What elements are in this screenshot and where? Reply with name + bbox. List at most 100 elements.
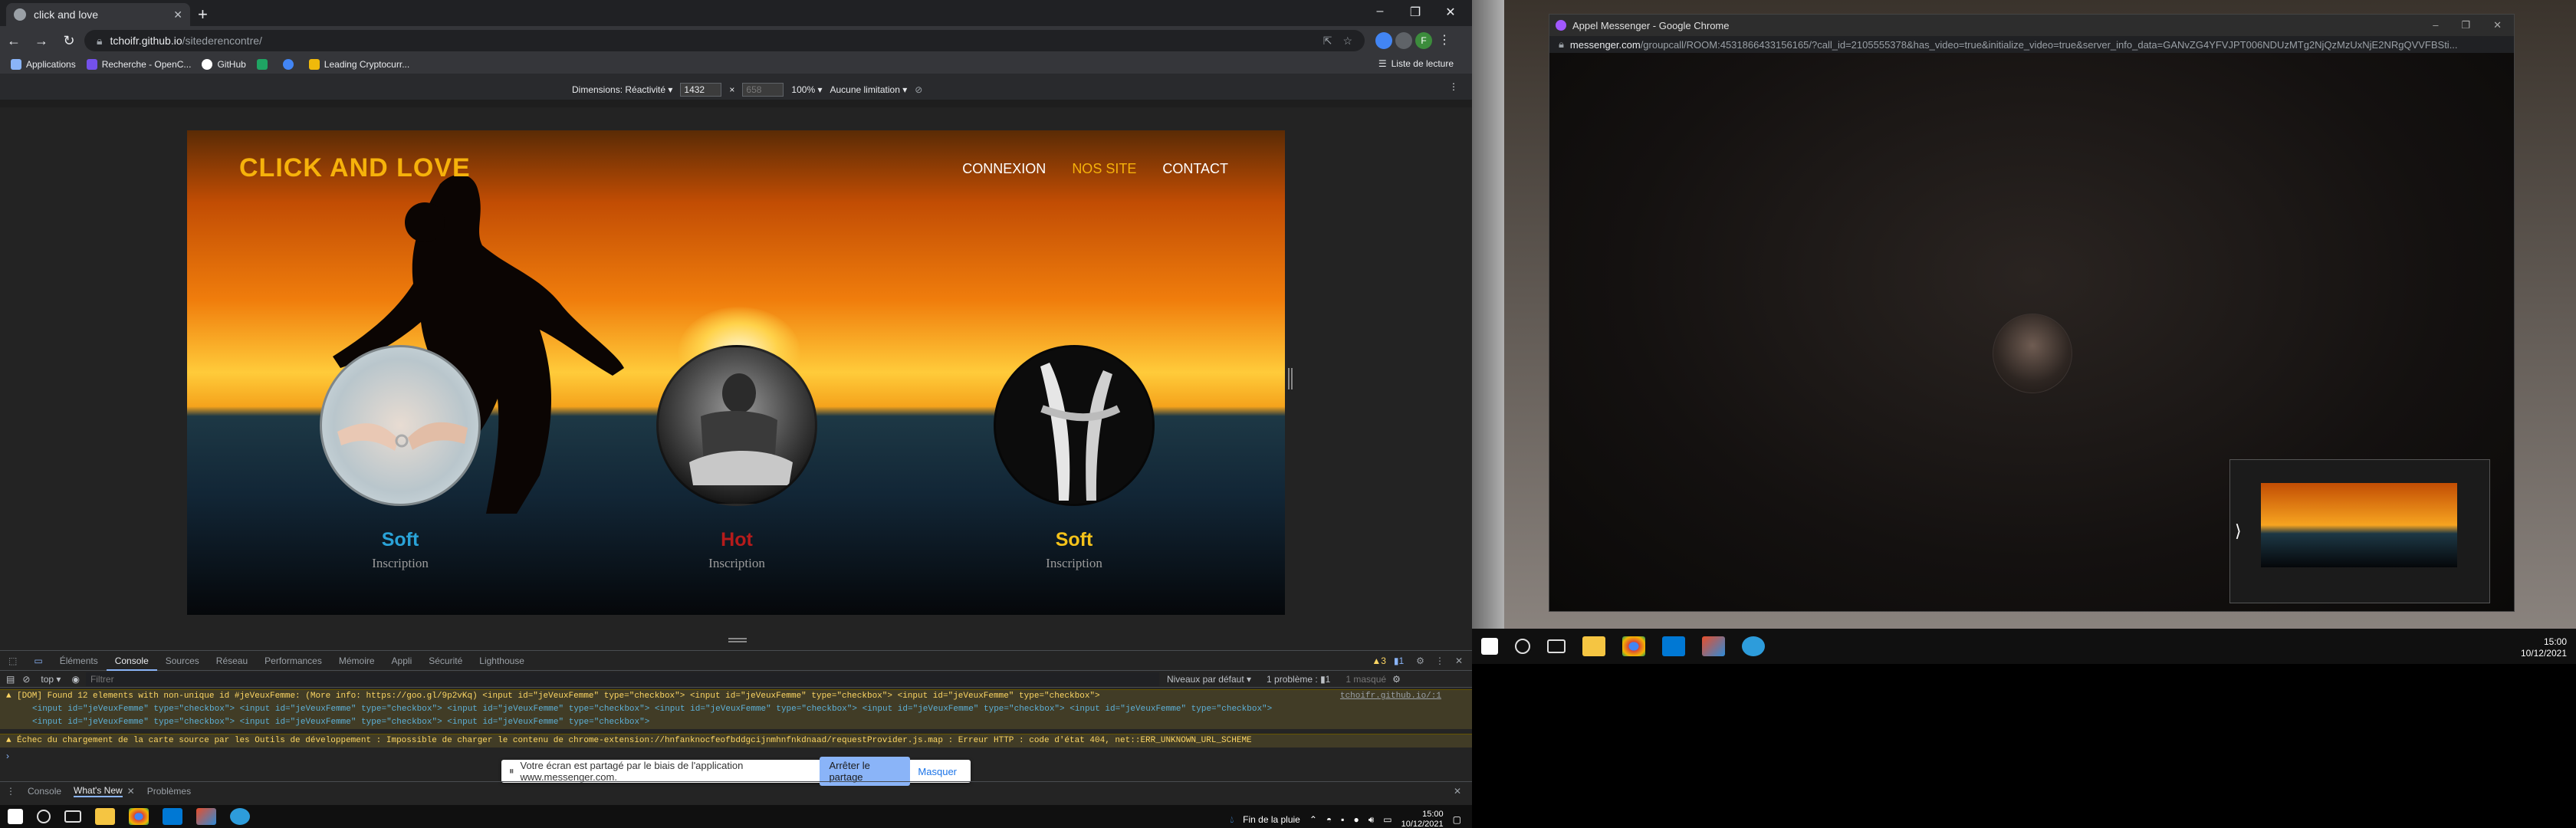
camera-icon[interactable]: ▪ [1341,814,1344,825]
sidebar-toggle-icon[interactable]: ▤ [6,674,15,685]
devtools-menu-icon[interactable]: ⋮ [1435,656,1444,666]
drawer-tab-whats-new[interactable]: What's New [74,785,123,797]
issues-count[interactable]: 1 problème : ▮1 [1267,674,1330,685]
maximize-button[interactable]: ❐ [1400,5,1431,20]
close-drawer-tab-icon[interactable]: ✕ [127,786,135,797]
card-signup-link[interactable]: Inscription [656,556,817,571]
puzzle-icon[interactable] [1395,32,1412,49]
app-icon[interactable] [1702,636,1725,656]
nav-connexion[interactable]: CONNEXION [962,161,1046,177]
star-icon[interactable]: ☆ [1342,34,1352,48]
windows-start-icon[interactable] [8,809,23,824]
minimize-button[interactable]: – [1365,5,1395,18]
notification-icon[interactable]: ▢ [1453,814,1461,825]
close-window-button[interactable]: ✕ [2493,19,2502,31]
eye-icon[interactable]: ◉ [71,674,79,685]
windows-start-icon[interactable] [1481,638,1498,655]
drawer-tab-console[interactable]: Console [28,786,61,797]
nav-nos-site[interactable]: NOS SITE [1072,161,1136,177]
rotate-icon[interactable]: ⊘ [915,84,922,95]
card-signup-link[interactable]: Inscription [320,556,481,571]
viewport-height-input[interactable]: 658 [742,83,784,97]
card-signup-link[interactable]: Inscription [994,556,1155,571]
reading-list[interactable]: ☰ Liste de lecture [1378,58,1454,69]
bookmark-applications[interactable]: Applications [11,59,76,70]
network-icon[interactable]: ◓ [1326,814,1332,825]
reload-button[interactable]: ↻ [55,33,83,49]
task-view-icon[interactable] [64,810,81,823]
taskbar-clock[interactable]: 15:00 10/12/2021 [2521,636,2567,659]
tab-sources[interactable]: Sources [157,656,208,666]
vscode-icon[interactable] [1662,636,1685,656]
bookmark-chrome[interactable] [282,59,298,70]
tab-application[interactable]: Appli [383,656,421,666]
chevron-right-icon[interactable]: ⟩ [2235,521,2242,541]
new-tab-button[interactable]: + [198,5,208,25]
menu-icon[interactable]: ⋮ [1438,32,1451,48]
warnings-badge[interactable]: ▲3 [1372,656,1386,666]
drawer-tab-issues[interactable]: Problèmes [147,786,191,797]
viewport-resize-handle-right[interactable] [1288,368,1293,389]
chrome-taskbar-icon[interactable] [1622,636,1645,656]
tab-performance[interactable]: Performances [256,656,330,666]
throttle-dropdown[interactable]: Aucune limitation ▾ [830,84,907,95]
card-soft-2[interactable]: Soft Inscription [994,345,1155,571]
site-logo[interactable]: CLICK AND LOVE [239,153,471,183]
close-devtools-icon[interactable]: ✕ [1455,656,1463,666]
console-warning-sourcemap[interactable]: ▲ Échec du chargement de la carte source… [0,734,1472,748]
close-tab-icon[interactable]: ✕ [173,8,182,21]
volume-icon[interactable]: 🔊︎ [1368,814,1375,826]
viewport-width-input[interactable]: 1432 [680,83,722,97]
task-view-icon[interactable] [1547,639,1566,653]
screen-share-preview[interactable]: ⟩ [2229,459,2490,603]
card-hot[interactable]: Hot Inscription [656,345,817,571]
nav-contact[interactable]: CONTACT [1162,161,1228,177]
address-bar[interactable]: 🔒︎ messenger.com/groupcall/ROOM:45318664… [1549,36,2514,53]
vscode-icon[interactable] [163,808,182,825]
file-explorer-icon[interactable] [95,808,115,825]
hide-share-bar-button[interactable]: Masquer [918,766,957,777]
inspect-icon[interactable]: ⬚ [0,656,25,666]
app-icon-2[interactable] [230,808,250,825]
extension-icon[interactable] [1375,32,1392,49]
console-filter-input[interactable]: Filtrer [85,672,1159,686]
search-icon[interactable] [1515,639,1530,654]
forward-button[interactable]: → [28,33,55,49]
tab-elements[interactable]: Éléments [51,656,107,666]
zoom-dropdown[interactable]: 100% ▾ [791,84,822,95]
card-soft-1[interactable]: Soft Inscription [320,345,481,571]
device-menu-icon[interactable]: ⋮ [1449,81,1458,92]
close-drawer-icon[interactable]: ✕ [1454,786,1461,797]
log-levels-dropdown[interactable]: Niveaux par défaut ▾ [1167,674,1251,685]
settings-icon[interactable]: ⚙ [1416,656,1424,666]
chrome-taskbar-icon[interactable] [129,808,149,825]
bookmark-drive[interactable] [256,59,272,70]
bookmark-github[interactable]: GitHub [202,59,246,70]
tab-network[interactable]: Réseau [208,656,256,666]
minimize-button[interactable]: – [2433,19,2438,31]
profile-avatar[interactable]: F [1415,32,1432,49]
tab-lighthouse[interactable]: Lighthouse [471,656,533,666]
tab-console[interactable]: Console [106,651,157,671]
media-query-bar[interactable] [0,100,1472,107]
file-explorer-icon[interactable] [1582,636,1605,656]
address-bar[interactable]: 🔒︎ tchoifr.github.io/sitederencontre/ ⇱ … [84,30,1365,51]
device-mode-icon[interactable]: ▭ [25,656,51,666]
browser-tab[interactable]: click and love ✕ [6,3,190,26]
tab-security[interactable]: Sécurité [420,656,471,666]
drawer-menu-icon[interactable]: ⋮ [6,786,15,797]
battery-icon[interactable]: ▭ [1383,814,1392,825]
participant-avatar[interactable] [1993,314,2072,393]
taskbar-clock[interactable]: 15:00 10/12/2021 [1401,810,1444,828]
console-settings-icon[interactable]: ⚙ [1392,674,1401,685]
mic-icon[interactable]: ● [1353,814,1359,825]
back-button[interactable]: ← [0,33,28,49]
maximize-button[interactable]: ❐ [2461,19,2470,31]
app-icon[interactable] [196,808,216,825]
close-window-button[interactable]: ✕ [1435,5,1466,20]
search-icon[interactable] [37,810,51,823]
warning-source-link[interactable]: tchoifr.github.io/:1 [1340,690,1441,703]
share-icon[interactable]: ⇱ [1323,34,1332,48]
console-warning-dom[interactable]: ▲ [DOM] Found 12 elements with non-unique… [0,689,1472,729]
dimensions-dropdown[interactable]: Dimensions: Réactivité ▾ [572,84,672,95]
